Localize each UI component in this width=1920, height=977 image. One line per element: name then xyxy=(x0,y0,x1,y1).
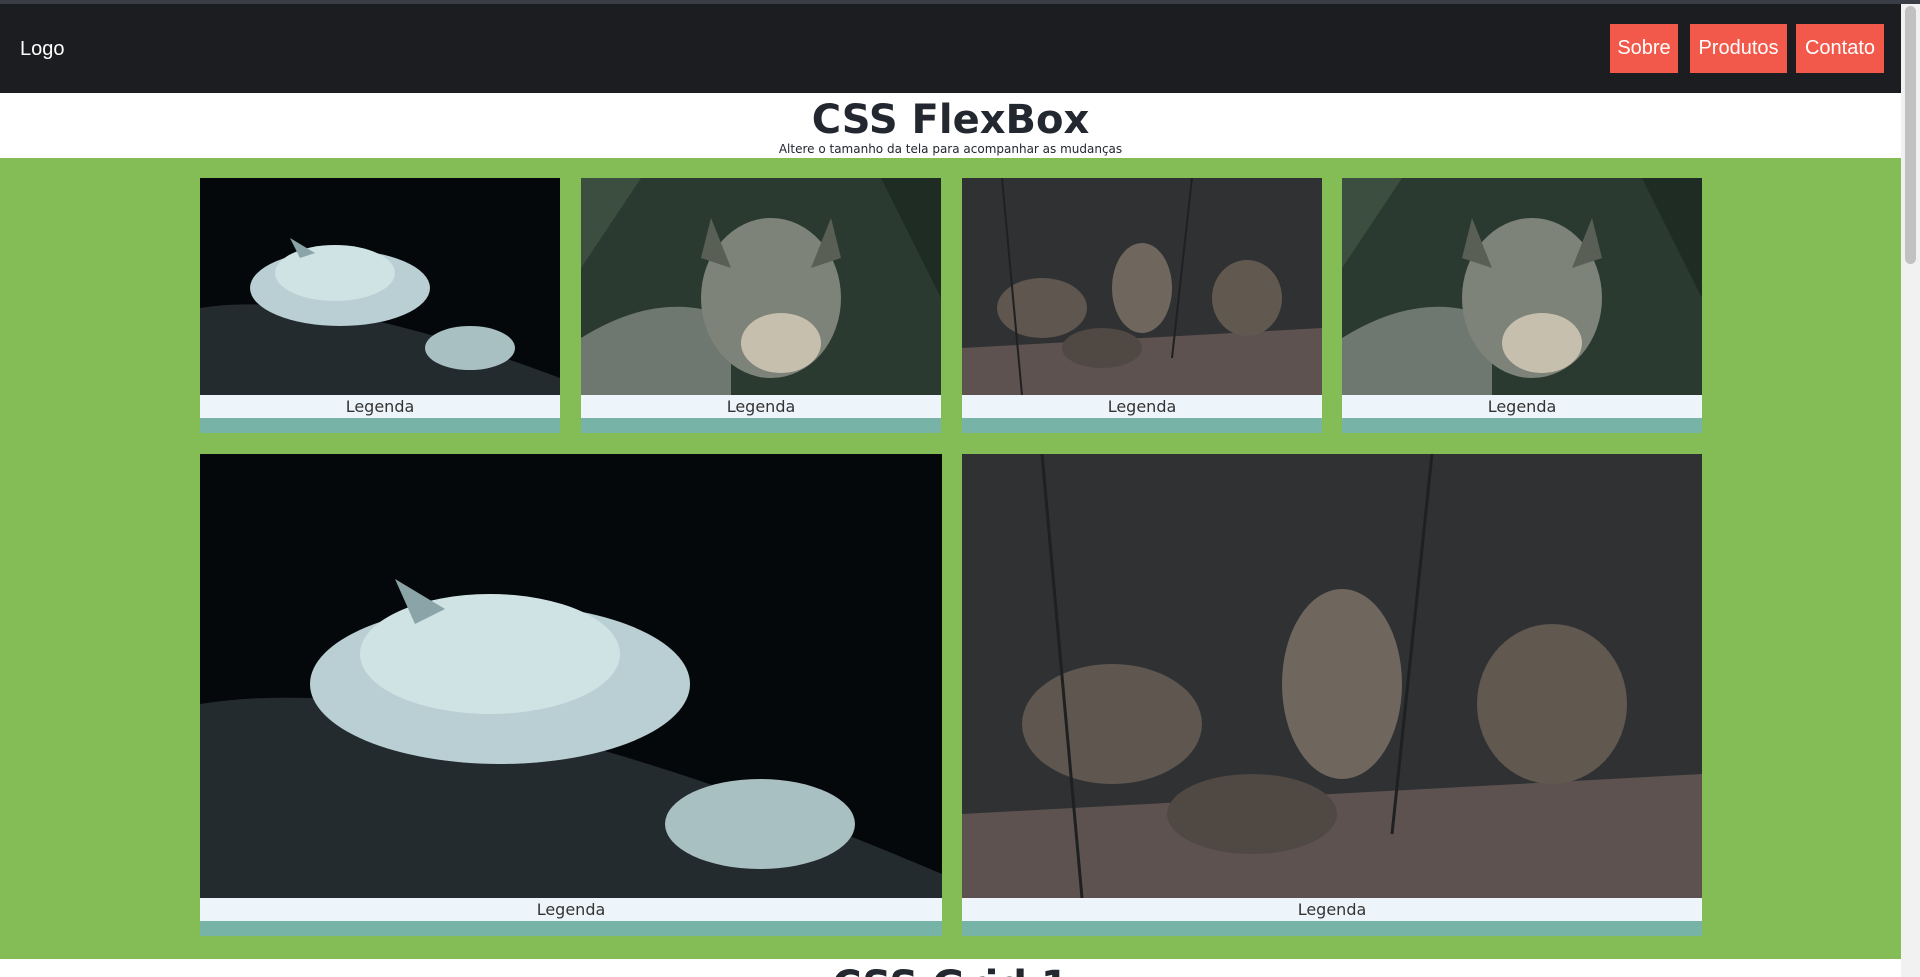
card-caption: Legenda xyxy=(581,395,941,418)
section-title: CSS Grid 1 xyxy=(0,963,1901,977)
caption-bar xyxy=(200,418,560,433)
nav-link-contato[interactable]: Contato xyxy=(1796,24,1884,73)
card-caption: Legenda xyxy=(962,395,1322,418)
sleeping-white-wolf-image xyxy=(200,454,942,898)
card-caption: Legenda xyxy=(200,395,560,418)
card-caption: Legenda xyxy=(962,898,1702,921)
page-title: CSS FlexBox xyxy=(811,97,1090,143)
nav-link-sobre[interactable]: Sobre xyxy=(1610,24,1678,73)
caption-bar xyxy=(962,418,1322,433)
caption-bar xyxy=(962,921,1702,936)
sleeping-white-wolf-image xyxy=(200,178,560,395)
card-caption: Legenda xyxy=(1342,395,1702,418)
page-header: CSS FlexBox Altere o tamanho da tela par… xyxy=(0,93,1901,158)
gallery-card: Legenda xyxy=(200,178,560,435)
page-subtitle: Altere o tamanho da tela para acompanhar… xyxy=(778,142,1123,156)
caption-bar xyxy=(200,921,942,936)
card-caption: Legenda xyxy=(200,898,942,921)
scrollbar-thumb[interactable] xyxy=(1905,6,1916,264)
gallery-card: Legenda xyxy=(581,178,941,435)
gray-wolf-portrait-image xyxy=(1342,178,1702,395)
navbar: Logo Sobre Produtos Contato xyxy=(0,4,1901,93)
caption-bar xyxy=(1342,418,1702,433)
nav-link-produtos[interactable]: Produtos xyxy=(1690,24,1787,73)
gallery-card-large: Legenda xyxy=(962,454,1702,939)
wolf-pack-image xyxy=(962,454,1702,898)
gallery-card: Legenda xyxy=(962,178,1322,435)
wolf-pack-image xyxy=(962,178,1322,395)
flexbox-gallery: Legenda Legenda Legenda Legenda Legenda … xyxy=(0,158,1901,959)
caption-bar xyxy=(581,418,941,433)
gray-wolf-portrait-image xyxy=(581,178,941,395)
gallery-card-large: Legenda xyxy=(200,454,942,939)
gallery-card: Legenda xyxy=(1342,178,1702,435)
logo[interactable]: Logo xyxy=(20,38,65,61)
vertical-scrollbar[interactable] xyxy=(1901,4,1920,977)
next-section: CSS Grid 1 xyxy=(0,959,1901,977)
